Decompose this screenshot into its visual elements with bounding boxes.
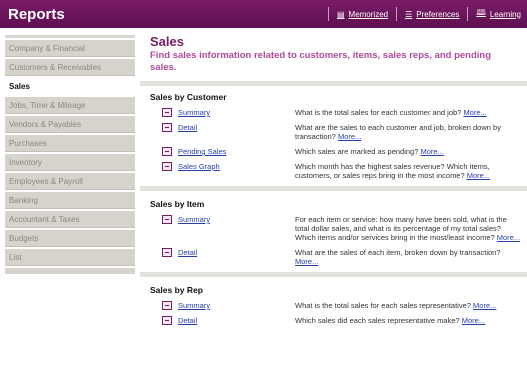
sidebar-item-jobs-time-mileage[interactable]: Jobs, Time & Mileage	[5, 97, 135, 114]
report-link[interactable]: Sales Graph	[178, 162, 295, 171]
report-question: Which sales are marked as pending?	[295, 147, 419, 156]
report-icon[interactable]	[162, 162, 172, 171]
sidebar-item-vendors-payables[interactable]: Vendors & Payables	[5, 116, 135, 133]
section-title: Sales by Rep	[150, 285, 203, 295]
page-title: Sales	[150, 34, 184, 49]
report-row: Detail Which sales did each sales repres…	[150, 316, 527, 325]
sidebar-bottom-strip	[5, 268, 135, 274]
report-link[interactable]: Summary	[178, 108, 295, 117]
report-question: Which sales did each sales representativ…	[295, 316, 460, 325]
report-icon[interactable]	[162, 316, 172, 325]
memorized-label: Memorized	[348, 9, 389, 19]
report-icon[interactable]	[162, 301, 172, 310]
report-content-pane: Sales Find sales information related to …	[140, 28, 527, 387]
more-link[interactable]: More...	[473, 301, 496, 310]
report-question: Which month has the highest sales revenu…	[295, 162, 490, 180]
more-link[interactable]: More...	[467, 171, 490, 180]
report-row: Summary What is the total sales for each…	[150, 108, 527, 117]
report-icon[interactable]	[162, 215, 172, 224]
toolbar-divider	[467, 7, 469, 21]
sidebar-item-purchases[interactable]: Purchases	[5, 135, 135, 152]
sidebar-item-inventory[interactable]: Inventory	[5, 154, 135, 171]
report-link[interactable]: Detail	[178, 123, 295, 132]
report-description: Which sales did each sales representativ…	[295, 316, 523, 325]
section-divider	[140, 186, 527, 191]
title-bar: Reports ▤ Memorized ☰ Preferences 🕮 Lear…	[0, 0, 527, 28]
report-row: Summary For each item or service: how ma…	[150, 215, 527, 242]
toolbar-divider	[327, 7, 329, 21]
report-icon[interactable]	[162, 108, 172, 117]
report-category-sidebar: Company & Financial Customers & Receivab…	[0, 28, 140, 387]
report-question: What are the sales to each customer and …	[295, 123, 501, 141]
learning-book-icon: 🕮	[476, 8, 486, 17]
report-description: For each item or service: how many have …	[295, 215, 523, 242]
sidebar-item-customers-receivables[interactable]: Customers & Receivables	[5, 59, 135, 76]
report-link[interactable]: Summary	[178, 301, 295, 310]
window-title: Reports	[8, 5, 65, 23]
sidebar-item-sales[interactable]: Sales	[5, 78, 135, 95]
preferences-label: Preferences	[416, 9, 460, 19]
more-link[interactable]: More...	[421, 147, 444, 156]
report-description: What are the sales of each item, broken …	[295, 248, 523, 266]
report-question: What is the total sales for each custome…	[295, 108, 462, 117]
sidebar-item-employees-payroll[interactable]: Employees & Payroll	[5, 173, 135, 190]
sidebar-item-list[interactable]: List	[5, 249, 135, 266]
toolbar-divider	[396, 7, 398, 21]
sidebar-top-strip	[5, 35, 135, 38]
section-title: Sales by Customer	[150, 92, 227, 102]
report-question: For each item or service: how many have …	[295, 215, 507, 242]
report-link[interactable]: Pending Sales	[178, 147, 295, 156]
report-description: Which sales are marked as pending? More.…	[295, 147, 523, 156]
preferences-button[interactable]: ☰ Preferences	[405, 10, 459, 19]
section-title: Sales by Item	[150, 199, 205, 209]
report-description: What is the total sales for each custome…	[295, 108, 523, 117]
report-description: Which month has the highest sales revenu…	[295, 162, 523, 180]
header-divider	[140, 81, 527, 86]
report-link[interactable]: Detail	[178, 248, 295, 257]
more-link[interactable]: More...	[463, 108, 486, 117]
report-link[interactable]: Summary	[178, 215, 295, 224]
report-row: Detail What are the sales of each item, …	[150, 248, 527, 266]
section-divider	[140, 272, 527, 277]
memorized-icon: ▤	[336, 9, 345, 19]
preferences-icon: ☰	[405, 9, 413, 19]
report-icon[interactable]	[162, 147, 172, 156]
report-description: What is the total sales for each sales r…	[295, 301, 523, 310]
more-link[interactable]: More...	[497, 233, 520, 242]
more-link[interactable]: More...	[295, 257, 318, 266]
report-link[interactable]: Detail	[178, 316, 295, 325]
sidebar-item-accountant-taxes[interactable]: Accountant & Taxes	[5, 211, 135, 228]
report-row: Pending Sales Which sales are marked as …	[150, 147, 527, 156]
sidebar-item-company-financial[interactable]: Company & Financial	[5, 40, 135, 57]
sidebar-item-banking[interactable]: Banking	[5, 192, 135, 209]
report-question: What are the sales of each item, broken …	[295, 248, 501, 257]
report-row: Summary What is the total sales for each…	[150, 301, 527, 310]
learning-label: Learning	[489, 9, 521, 19]
more-link[interactable]: More...	[462, 316, 485, 325]
more-link[interactable]: More...	[338, 132, 361, 141]
page-subtitle: Find sales information related to custom…	[150, 50, 492, 73]
report-row: Sales Graph Which month has the highest …	[150, 162, 527, 180]
report-question: What is the total sales for each sales r…	[295, 301, 471, 310]
report-row: Detail What are the sales to each custom…	[150, 123, 527, 141]
sidebar-item-budgets[interactable]: Budgets	[5, 230, 135, 247]
report-icon[interactable]	[162, 123, 172, 132]
learning-button[interactable]: 🕮 Learning	[476, 7, 521, 21]
report-description: What are the sales to each customer and …	[295, 123, 523, 141]
memorized-button[interactable]: ▤ Memorized	[337, 10, 388, 19]
toolbar: ▤ Memorized ☰ Preferences 🕮 Learning	[320, 7, 527, 21]
report-icon[interactable]	[162, 248, 172, 257]
